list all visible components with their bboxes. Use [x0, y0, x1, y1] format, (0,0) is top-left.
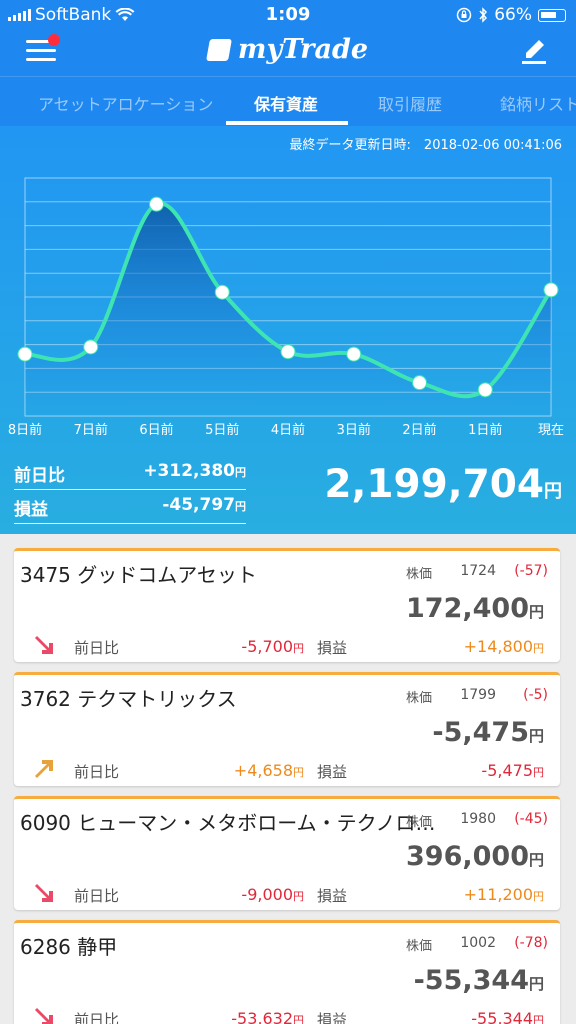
- holding-name: 6090 ヒューマン・メタボローム・テクノロ…: [20, 811, 436, 835]
- orientation-lock-icon: [456, 7, 472, 23]
- day-change-label: 前日比: [74, 639, 120, 657]
- pl-value: -45,797: [162, 495, 235, 515]
- trend-down-arrow-icon: [35, 636, 53, 654]
- prev-day-label: 前日比: [14, 466, 65, 486]
- price-change: (-5): [523, 687, 548, 703]
- x-tick-label: 7日前: [74, 422, 108, 438]
- day-change-value: +4,658円: [233, 761, 304, 780]
- app-logo-icon: [205, 39, 232, 61]
- x-tick-label: 4日前: [271, 422, 305, 438]
- price-value: 1002: [460, 935, 496, 951]
- day-change-value: -53,632円: [231, 1009, 304, 1024]
- tab-holdings[interactable]: 保有資産: [254, 91, 318, 115]
- data-point: [477, 382, 493, 398]
- price-label: 株価: [406, 939, 433, 954]
- prev-day-value: +312,380: [143, 461, 235, 481]
- x-tick-label: 現在: [538, 423, 564, 438]
- portfolio-chart: 8日前 7日前 6日前 5日前 4日前 3日前 2日前 1日前 現在: [8, 177, 564, 438]
- tab-bar: アセットアロケーション 保有資産 取引履歴 銘柄リスト: [0, 76, 576, 126]
- portfolio-overview: 最終データ更新日時: 2018-02-06 00:41:06 8日前 7日前 6日前…: [0, 126, 576, 534]
- price-label: 株価: [406, 815, 433, 830]
- day-change-label: 前日比: [74, 1011, 120, 1024]
- trend-down-arrow-icon: [35, 884, 53, 902]
- app-header: myTrade: [0, 30, 576, 76]
- holding-name: 3475 グッドコムアセット: [20, 563, 257, 587]
- price-change: (-78): [514, 935, 548, 951]
- active-tab-indicator: [226, 121, 348, 125]
- price-label: 株価: [406, 567, 433, 582]
- data-point: [83, 339, 99, 355]
- edit-icon[interactable]: [518, 36, 550, 66]
- day-change-label: 前日比: [74, 887, 120, 905]
- holding-value: -5,475円: [432, 717, 544, 748]
- x-tick-label: 2日前: [402, 422, 436, 438]
- x-tick-label: 3日前: [337, 422, 371, 438]
- holding-value: -55,344円: [413, 965, 544, 996]
- price-change: (-57): [514, 563, 548, 579]
- app-title: myTrade: [0, 34, 576, 65]
- data-point: [17, 346, 33, 362]
- price-value: 1799: [460, 687, 496, 703]
- x-tick-label: 5日前: [205, 422, 239, 438]
- pl-label: 損益: [317, 763, 348, 781]
- x-tick-label: 8日前: [8, 422, 42, 438]
- data-point: [543, 282, 559, 298]
- chart-area-fill: [25, 203, 551, 416]
- total-assets: 2,199,704円: [324, 462, 562, 507]
- pl-value: -55,344円: [471, 1009, 544, 1024]
- price-value: 1724: [460, 563, 496, 579]
- pl-label: 損益: [14, 500, 48, 520]
- holding-card[interactable]: 6286 静甲 株価 1002 (-78) -55,344円 前日比 -53,632円 損益 -…: [14, 920, 560, 1024]
- price-label: 株価: [406, 691, 433, 706]
- pl-label: 損益: [317, 1011, 348, 1024]
- battery-icon: [538, 8, 566, 22]
- x-tick-label: 6日前: [139, 422, 173, 438]
- data-point: [346, 346, 362, 362]
- pl-value: -5,475円: [481, 761, 544, 780]
- pl-label: 損益: [317, 887, 348, 905]
- x-tick-label: 1日前: [468, 422, 502, 438]
- holding-value: 172,400円: [406, 593, 544, 624]
- holding-name: 6286 静甲: [20, 935, 118, 959]
- pl-value: +14,800円: [463, 637, 544, 656]
- summary-panel: 前日比 +312,380円 損益 -45,797円: [14, 456, 246, 524]
- data-point: [214, 284, 230, 300]
- day-change-value: -9,000円: [241, 885, 304, 904]
- pl-value: +11,200円: [463, 885, 544, 904]
- holding-value: 396,000円: [406, 841, 544, 872]
- prev-day-row: 前日比 +312,380円: [14, 456, 246, 490]
- pl-row: 損益 -45,797円: [14, 490, 246, 524]
- data-point: [280, 344, 296, 360]
- price-value: 1980: [460, 811, 496, 827]
- battery-percent: 66%: [494, 5, 532, 25]
- trend-down-arrow-icon: [35, 1008, 53, 1024]
- day-change-label: 前日比: [74, 763, 120, 781]
- holding-card[interactable]: 6090 ヒューマン・メタボローム・テクノロ… 株価 1980 (-45) 396,00…: [14, 796, 560, 910]
- pl-label: 損益: [317, 639, 348, 657]
- data-point: [149, 196, 164, 212]
- tab-stock-list[interactable]: 銘柄リスト: [500, 91, 576, 115]
- holding-card[interactable]: 3762 テクマトリックス 株価 1799 (-5) -5,475円 前日比 +4,658円…: [14, 672, 560, 786]
- status-bar: SoftBank 1:09 66%: [0, 0, 576, 30]
- holding-name: 3762 テクマトリックス: [20, 687, 237, 711]
- day-change-value: -5,700円: [241, 637, 304, 656]
- tab-asset-allocation[interactable]: アセットアロケーション: [38, 91, 213, 115]
- price-change: (-45): [514, 811, 548, 827]
- bluetooth-icon: [479, 7, 488, 23]
- holding-card[interactable]: 3475 グッドコムアセット 株価 1724 (-57) 172,400円前日比 -5,7…: [14, 548, 560, 662]
- tab-trade-history[interactable]: 取引履歴: [378, 91, 442, 115]
- trend-up-arrow-icon: [35, 760, 53, 778]
- data-point: [412, 375, 427, 391]
- total-value: 2,199,704: [324, 462, 544, 507]
